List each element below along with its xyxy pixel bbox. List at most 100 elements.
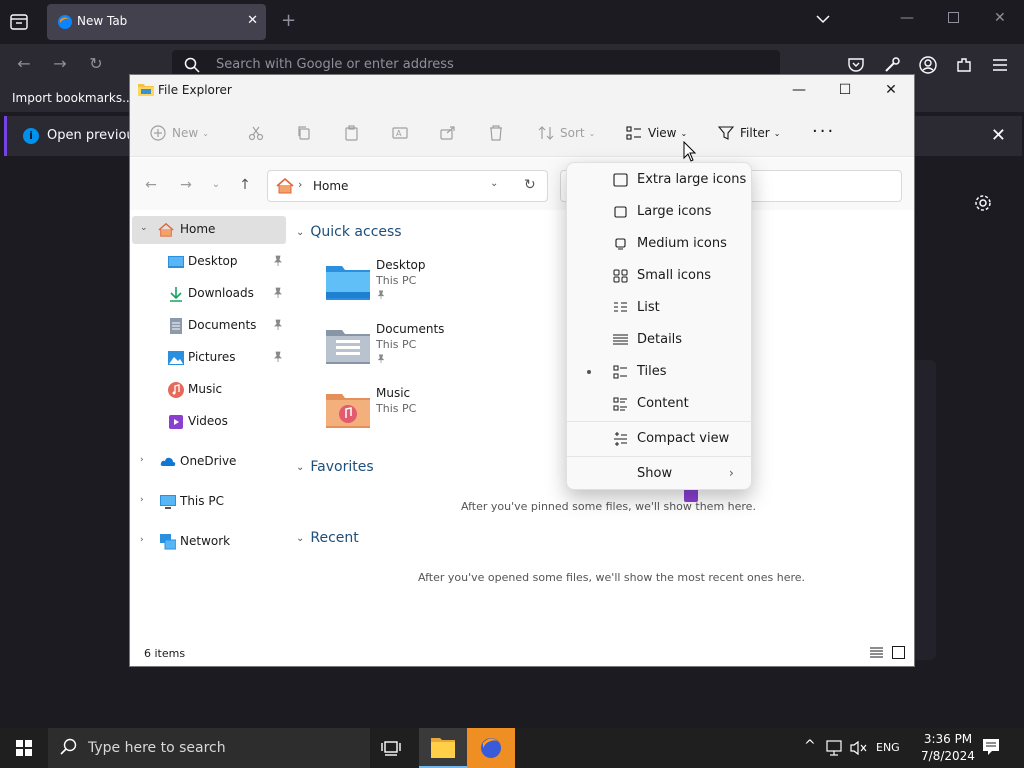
delete-icon[interactable] xyxy=(488,122,504,144)
import-bookmarks-link[interactable]: Import bookmarks... xyxy=(12,91,134,105)
folder-icon xyxy=(138,84,154,96)
filter-button[interactable]: Filter ⌄ xyxy=(718,122,780,144)
expand-chevron-icon[interactable]: › xyxy=(140,535,144,545)
menu-item-medium-icons[interactable]: Medium icons xyxy=(571,229,749,259)
menu-item-show[interactable]: Show › xyxy=(571,459,749,489)
forward-arrow-icon[interactable]: → xyxy=(50,54,70,74)
details-view-icon[interactable] xyxy=(870,647,883,659)
pocket-icon[interactable] xyxy=(846,55,866,75)
restore-icon[interactable] xyxy=(948,12,959,23)
taskbar-firefox[interactable] xyxy=(467,728,515,768)
reload-icon[interactable]: ↻ xyxy=(86,54,106,74)
menu-item-small-icons[interactable]: Small icons xyxy=(571,261,749,291)
nav-item-onedrive[interactable]: › OneDrive xyxy=(132,448,286,476)
sort-button[interactable]: Sort ⌄ xyxy=(538,122,595,144)
windows-start-icon[interactable] xyxy=(0,728,48,768)
nav-item-pictures[interactable]: Pictures xyxy=(132,344,286,372)
chevron-down-icon[interactable] xyxy=(816,14,830,24)
pin-icon[interactable] xyxy=(272,351,284,363)
copy-icon[interactable] xyxy=(296,122,312,144)
gear-icon[interactable] xyxy=(973,193,993,213)
hamburger-menu-icon[interactable] xyxy=(990,55,1010,75)
nav-item-network[interactable]: › Network xyxy=(132,528,286,556)
expand-chevron-icon[interactable]: ⌄ xyxy=(140,223,148,233)
minimize-icon[interactable]: — xyxy=(776,75,822,105)
view-label: View xyxy=(648,126,677,140)
window-title: File Explorer xyxy=(158,83,232,97)
expand-chevron-icon[interactable]: › xyxy=(140,495,144,505)
volume-muted-icon[interactable] xyxy=(850,740,868,756)
maximize-icon[interactable]: ☐ xyxy=(822,75,868,105)
share-icon[interactable] xyxy=(440,122,456,144)
download-icon xyxy=(170,287,182,302)
quick-access-item-desktop[interactable]: Desktop This PC xyxy=(326,258,536,314)
quick-access-header[interactable]: ⌄ Quick access xyxy=(296,224,402,240)
extensions-icon[interactable] xyxy=(954,55,974,75)
account-icon[interactable] xyxy=(918,55,938,75)
pin-icon[interactable] xyxy=(272,255,284,267)
menu-item-extra-large-icons[interactable]: Extra large icons xyxy=(571,165,749,195)
list-all-tabs-icon[interactable] xyxy=(8,12,30,32)
back-arrow-icon[interactable]: ← xyxy=(14,54,34,74)
large-icons-view-icon[interactable] xyxy=(892,646,905,659)
nav-item-documents[interactable]: Documents xyxy=(132,312,286,340)
close-tab-icon[interactable]: ✕ xyxy=(247,13,258,28)
recent-locations-chevron-icon[interactable]: ⌄ xyxy=(208,177,224,193)
more-options-icon[interactable]: ··· xyxy=(812,123,835,141)
input-language[interactable]: ENG xyxy=(876,741,900,754)
breadcrumb-home[interactable]: Home xyxy=(313,179,348,193)
task-view-icon[interactable] xyxy=(380,738,402,758)
pin-icon[interactable] xyxy=(272,287,284,299)
cut-icon[interactable] xyxy=(248,122,264,144)
menu-item-content[interactable]: Content xyxy=(571,389,749,419)
desktop-icon xyxy=(168,256,184,268)
network-icon[interactable] xyxy=(826,740,844,756)
taskbar-file-explorer[interactable] xyxy=(419,728,467,768)
view-button[interactable]: View ⌄ xyxy=(626,122,687,144)
menu-item-large-icons[interactable]: Large icons xyxy=(571,197,749,227)
minimize-icon[interactable]: — xyxy=(900,10,914,26)
close-window-icon[interactable]: ✕ xyxy=(868,75,914,105)
refresh-icon[interactable]: ↻ xyxy=(524,177,536,193)
favorites-header[interactable]: ⌄ Favorites xyxy=(296,459,374,475)
back-arrow-icon[interactable]: ← xyxy=(143,177,159,193)
nav-item-desktop[interactable]: Desktop xyxy=(132,248,286,276)
new-button[interactable]: New ⌄ xyxy=(150,122,209,144)
nav-item-home[interactable]: ⌄ Home xyxy=(132,216,286,244)
quick-access-item-music[interactable]: Music This PC xyxy=(326,386,536,442)
recent-empty-message: After you've opened some files, we'll sh… xyxy=(418,571,806,584)
up-arrow-icon[interactable]: ↑ xyxy=(237,177,253,193)
tab-new-tab[interactable]: New Tab ✕ xyxy=(47,4,266,40)
menu-item-details[interactable]: Details xyxy=(571,325,749,355)
nav-item-videos[interactable]: Videos xyxy=(132,408,286,436)
show-hidden-icons-chevron-icon[interactable]: ^ xyxy=(804,738,816,754)
nav-label-desktop: Desktop xyxy=(188,254,238,268)
pin-icon[interactable] xyxy=(272,319,284,331)
system-tray: ^ ENG 3:36 PM 7/8/2024 xyxy=(800,728,1024,768)
clock-time[interactable]: 3:36 PM xyxy=(916,732,980,746)
menu-item-list[interactable]: List xyxy=(571,293,749,323)
selected-bullet-icon xyxy=(587,370,591,374)
close-window-icon[interactable]: ✕ xyxy=(994,10,1006,26)
taskbar-search-box[interactable]: Type here to search xyxy=(48,728,370,768)
search-icon xyxy=(60,738,77,755)
nav-item-this-pc[interactable]: › This PC xyxy=(132,488,286,516)
command-bar: New ⌄ A Sort ⌄ View ⌄ Filter ⌄ ··· xyxy=(130,107,914,157)
nav-item-music[interactable]: Music xyxy=(132,376,286,404)
clock-date[interactable]: 7/8/2024 xyxy=(916,749,980,763)
paste-icon[interactable] xyxy=(344,122,360,144)
new-tab-plus-icon[interactable]: + xyxy=(281,10,296,31)
forward-arrow-icon[interactable]: → xyxy=(178,177,194,193)
notification-center-icon[interactable] xyxy=(982,738,1000,756)
menu-item-tiles[interactable]: Tiles xyxy=(571,357,749,387)
nav-item-downloads[interactable]: Downloads xyxy=(132,280,286,308)
wrench-icon[interactable] xyxy=(882,55,902,75)
rename-icon[interactable]: A xyxy=(392,122,408,144)
expand-chevron-icon[interactable]: › xyxy=(140,455,144,465)
chevron-down-icon[interactable]: ⌄ xyxy=(490,178,498,189)
menu-item-compact-view[interactable]: Compact view xyxy=(571,424,749,454)
address-bar[interactable]: › Home ⌄ ↻ xyxy=(267,170,548,202)
recent-header[interactable]: ⌄ Recent xyxy=(296,530,359,546)
close-notification-icon[interactable]: ✕ xyxy=(991,125,1006,146)
quick-access-item-documents[interactable]: Documents This PC xyxy=(326,322,536,378)
